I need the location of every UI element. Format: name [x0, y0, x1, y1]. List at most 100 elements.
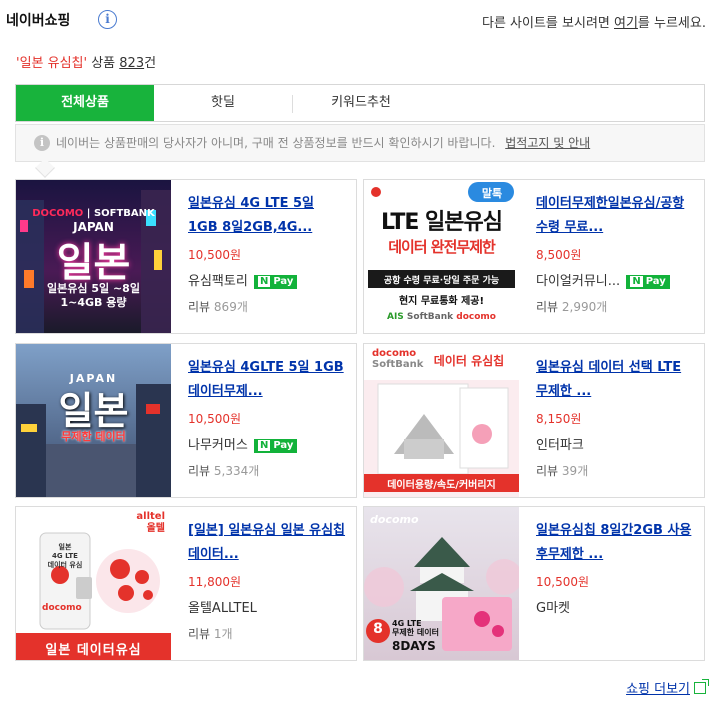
product-info: [일본] 일본유심 일본 유심칩 데이터... 11,800원 올텔ALLTEL… [188, 519, 348, 641]
product-title[interactable]: 일본유심 4G LTE 5일 1GB 8일2GB,4G... [188, 192, 348, 240]
product-info: 일본유심 4GLTE 5일 1GB 데이터무제... 10,500원 나무커머스… [188, 356, 348, 478]
more-label[interactable]: 쇼핑 더보기 [626, 682, 690, 697]
shopping-more-link[interactable]: 쇼핑 더보기 [626, 678, 709, 697]
thumb-text: docomo [372, 348, 417, 359]
thumb-text: SoftBank [406, 312, 454, 322]
notice-prefix: 다른 사이트를 보시려면 [482, 16, 614, 31]
mall-name[interactable]: 인터파크 [536, 438, 696, 454]
review-count: 리뷰 5,334개 [188, 464, 348, 478]
thumb-text: 공항 수령 무료·당일 주문 가능 [383, 276, 500, 286]
thumb-text: 일본 [58, 389, 129, 433]
legal-notice-link[interactable]: 법적고지 및 안내 [505, 136, 590, 150]
external-link-icon [694, 679, 709, 694]
product-thumbnail[interactable]: docomo SoftBank 데이터 유심칩 데이터용량/속도/커버리지 [364, 344, 519, 497]
mall-label[interactable]: 다이얼커뮤니... [536, 274, 620, 289]
tab-keyword[interactable]: 키워드추천 [292, 85, 430, 121]
product-card[interactable]: 말톡 LTE 일본유심 데이터 완전무제한 공항 수령 무료·당일 주문 가능 … [363, 179, 705, 334]
other-site-notice: 다른 사이트를 보시려면 여기를 누르세요. [482, 12, 706, 31]
review-number: 5,334개 [213, 464, 260, 478]
info-icon: i [34, 135, 50, 151]
review-label: 리뷰 [188, 464, 211, 478]
count-label: 상품 [87, 56, 120, 71]
review-number: 1개 [213, 627, 233, 641]
notice-suffix: 를 누르세요. [637, 16, 706, 31]
thumb-text: 무제한 데이터 [61, 430, 126, 443]
thumb-text: AIS [386, 312, 404, 322]
product-info: 일본유심칩 8일간2GB 사용후무제한 ... 10,500원 G마켓 [536, 519, 696, 617]
product-card[interactable]: docomo SoftBank 데이터 유심칩 데이터용량/속도/커버리지 일본… [363, 343, 705, 498]
product-price: 11,800원 [188, 575, 242, 589]
product-price: 10,500원 [188, 248, 242, 262]
review-label: 리뷰 [536, 464, 559, 478]
thumb-text: docomo [370, 513, 419, 526]
product-price: 10,500원 [536, 575, 590, 589]
mall-name[interactable]: G마켓 [536, 601, 696, 617]
header: 네이버쇼핑 i 다른 사이트를 보시려면 여기를 누르세요. [6, 8, 710, 32]
thumb-text: 올텔 [146, 523, 165, 534]
thumb-text: 8DAYS [392, 639, 436, 653]
mall-label[interactable]: 나무커머스 [188, 438, 248, 453]
result-count-link[interactable]: 823 [119, 56, 144, 71]
thumb-text: 데이터 유심 [47, 561, 83, 569]
review-number: 869개 [213, 300, 248, 314]
review-count: 리뷰 39개 [536, 464, 696, 478]
product-info: 데이터무제한일본유심/공항수령 무료... 8,500원 다이얼커뮤니... N… [536, 192, 696, 314]
product-title[interactable]: [일본] 일본유심 일본 유심칩 데이터... [188, 519, 348, 567]
thumb-text: 일본 [58, 543, 72, 551]
product-card[interactable]: alltel 올텔 일본 4G LTE 데이터 유심 docomo 일본 데이터… [15, 506, 357, 661]
npay-badge: N Pay [253, 439, 298, 453]
disclaimer-bar: i 네이버는 상품판매의 당사자가 아니며, 구매 전 상품정보를 반드시 확인… [15, 124, 705, 162]
product-card[interactable]: docomo 8 4G LTE 무제한 데이터 8DAYS 일본유심칩 8일간2… [363, 506, 705, 661]
thumb-text: SoftBank [372, 359, 424, 370]
product-price: 8,500원 [536, 248, 582, 262]
here-link[interactable]: 여기 [614, 16, 638, 31]
thumb-text: 데이터 유심칩 [433, 354, 505, 368]
thumb-text: 일본 데이터유심 [45, 643, 142, 658]
thumb-text: docomo [42, 603, 82, 613]
mall-label[interactable]: 유심팩토리 [188, 274, 248, 289]
thumb-text: alltel [136, 511, 165, 522]
naver-shopping-title: 네이버쇼핑 [6, 13, 71, 29]
product-title[interactable]: 일본유심 4GLTE 5일 1GB 데이터무제... [188, 356, 348, 404]
review-label: 리뷰 [536, 300, 559, 314]
product-thumbnail[interactable]: 말톡 LTE 일본유심 데이터 완전무제한 공항 수령 무료·당일 주문 가능 … [364, 180, 519, 333]
thumb-text: 데이터 완전무제한 [388, 238, 496, 256]
review-count: 리뷰 1개 [188, 627, 348, 641]
disclaimer-text: 네이버는 상품판매의 당사자가 아니며, 구매 전 상품정보를 반드시 확인하시… [56, 136, 496, 150]
product-info: 일본유심 데이터 선택 LTE 무제한 ... 8,150원 인터파크 리뷰 3… [536, 356, 696, 478]
tab-all-products[interactable]: 전체상품 [16, 85, 154, 121]
thumb-text: 8 [373, 621, 383, 637]
product-title[interactable]: 데이터무제한일본유심/공항수령 무료... [536, 192, 696, 240]
mall-name[interactable]: 나무커머스 N Pay [188, 438, 348, 454]
product-thumbnail[interactable]: DOCOMO | SOFTBANK JAPAN 일본 일본유심 5일 ~8일 1… [16, 180, 171, 333]
thumb-text: 데이터용량/속도/커버리지 [387, 480, 496, 491]
product-thumbnail[interactable]: JAPAN 일본 무제한 데이터 [16, 344, 171, 497]
review-label: 리뷰 [188, 627, 211, 641]
mall-name[interactable]: 유심팩토리 N Pay [188, 274, 348, 290]
product-card[interactable]: DOCOMO | SOFTBANK JAPAN 일본 일본유심 5일 ~8일 1… [15, 179, 357, 334]
mall-name[interactable]: 올텔ALLTEL [188, 601, 348, 617]
thumb-text: 무제한 데이터 [392, 628, 439, 637]
product-title[interactable]: 일본유심칩 8일간2GB 사용후무제한 ... [536, 519, 696, 567]
product-card[interactable]: JAPAN 일본 무제한 데이터 일본유심 4GLTE 5일 1GB 데이터무제… [15, 343, 357, 498]
thumb-text: SOFTBANK [93, 208, 155, 219]
product-thumbnail[interactable]: alltel 올텔 일본 4G LTE 데이터 유심 docomo 일본 데이터… [16, 507, 171, 660]
thumb-text: 현지 무료통화 제공! [398, 296, 485, 307]
npay-label: Pay [273, 276, 294, 287]
review-label: 리뷰 [188, 300, 211, 314]
tab-hotdeal[interactable]: 핫딜 [154, 85, 292, 121]
result-count: '일본 유심칩' 상품 823건 [16, 52, 156, 71]
review-number: 2,990개 [561, 300, 608, 314]
thumb-text: 말톡 [481, 187, 503, 200]
thumb-text: LTE 일본유심 [380, 210, 503, 235]
mall-name[interactable]: 다이얼커뮤니... N Pay [536, 274, 696, 290]
npay-badge: N Pay [253, 275, 298, 289]
npay-label: Pay [273, 440, 294, 451]
thumb-text: docomo [456, 312, 496, 322]
thumb-text: 4G LTE [392, 619, 422, 628]
product-price: 8,150원 [536, 412, 582, 426]
info-icon[interactable]: i [98, 10, 117, 29]
product-thumbnail[interactable]: docomo 8 4G LTE 무제한 데이터 8DAYS [364, 507, 519, 660]
product-title[interactable]: 일본유심 데이터 선택 LTE 무제한 ... [536, 356, 696, 404]
review-count: 리뷰 2,990개 [536, 300, 696, 314]
